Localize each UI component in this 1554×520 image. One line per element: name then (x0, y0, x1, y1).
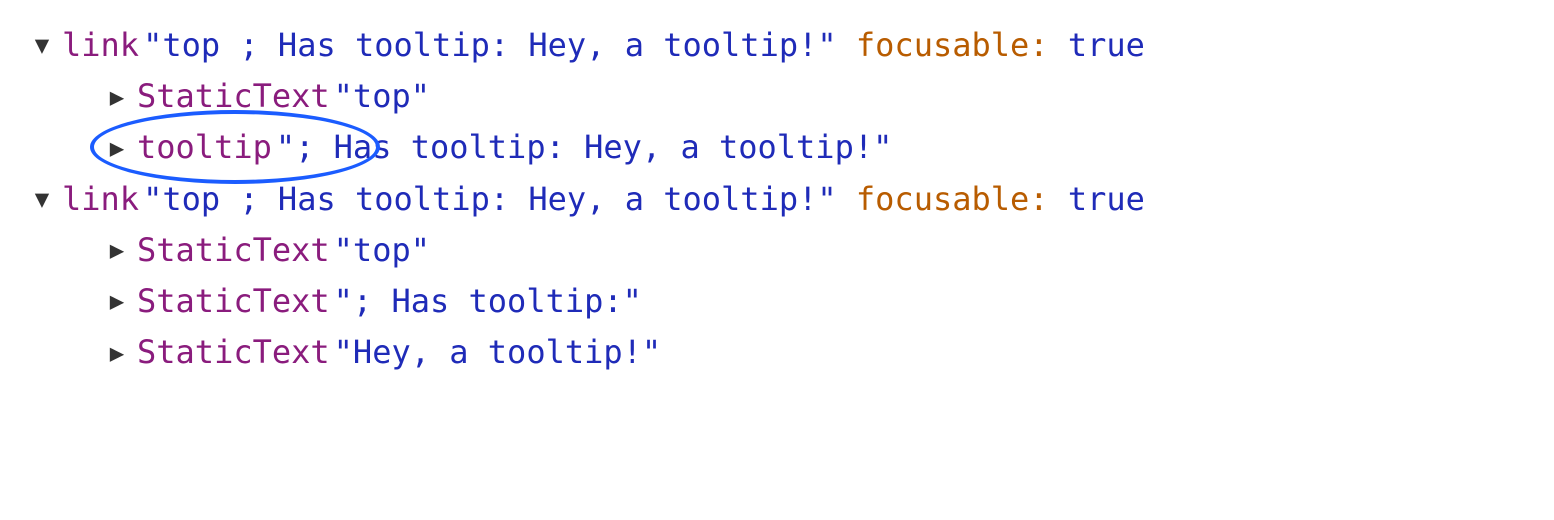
tree-node-tooltip[interactable]: ▶ tooltip "; Has tooltip: Hey, a tooltip… (30, 122, 1534, 173)
accessible-name: "top" (334, 225, 430, 276)
expand-arrow-right-icon[interactable]: ▶ (105, 231, 129, 269)
accessible-name-prefix: "; (276, 122, 315, 173)
accessible-name-rest: Has tooltip: Hey, a tooltip!" (334, 122, 893, 173)
expand-arrow-down-icon[interactable]: ▼ (30, 180, 54, 218)
role-label: link (62, 20, 139, 71)
tree-node-statictext[interactable]: ▶ StaticText "; Has tooltip:" (30, 276, 1534, 327)
expand-arrow-down-icon[interactable]: ▼ (30, 26, 54, 64)
expand-arrow-right-icon[interactable]: ▶ (105, 129, 129, 167)
accessible-name: "top" (334, 71, 430, 122)
tree-node-link-2[interactable]: ▼ link "top ; Has tooltip: Hey, a toolti… (30, 174, 1534, 225)
attribute-name: focusable (856, 20, 1029, 71)
attribute-colon: : (1029, 20, 1048, 71)
role-label: link (62, 174, 139, 225)
tree-node-link-1[interactable]: ▼ link "top ; Has tooltip: Hey, a toolti… (30, 20, 1534, 71)
attribute-colon: : (1029, 174, 1048, 225)
expand-arrow-right-icon[interactable]: ▶ (105, 282, 129, 320)
accessible-name: "Hey, a tooltip!" (334, 327, 662, 378)
role-label: StaticText (137, 71, 330, 122)
attribute-name: focusable (856, 174, 1029, 225)
role-label: StaticText (137, 327, 330, 378)
role-label: StaticText (137, 225, 330, 276)
accessible-name: "top ; Has tooltip: Hey, a tooltip!" (143, 20, 837, 71)
expand-arrow-right-icon[interactable]: ▶ (105, 334, 129, 372)
attribute-value: true (1068, 20, 1145, 71)
tree-node-statictext[interactable]: ▶ StaticText "Hey, a tooltip!" (30, 327, 1534, 378)
tree-node-statictext[interactable]: ▶ StaticText "top" (30, 71, 1534, 122)
accessible-name: "top ; Has tooltip: Hey, a tooltip!" (143, 174, 837, 225)
expand-arrow-right-icon[interactable]: ▶ (105, 78, 129, 116)
role-label: tooltip (137, 122, 272, 173)
role-label: StaticText (137, 276, 330, 327)
tree-node-statictext[interactable]: ▶ StaticText "top" (30, 225, 1534, 276)
attribute-value: true (1068, 174, 1145, 225)
accessible-name: "; Has tooltip:" (334, 276, 642, 327)
